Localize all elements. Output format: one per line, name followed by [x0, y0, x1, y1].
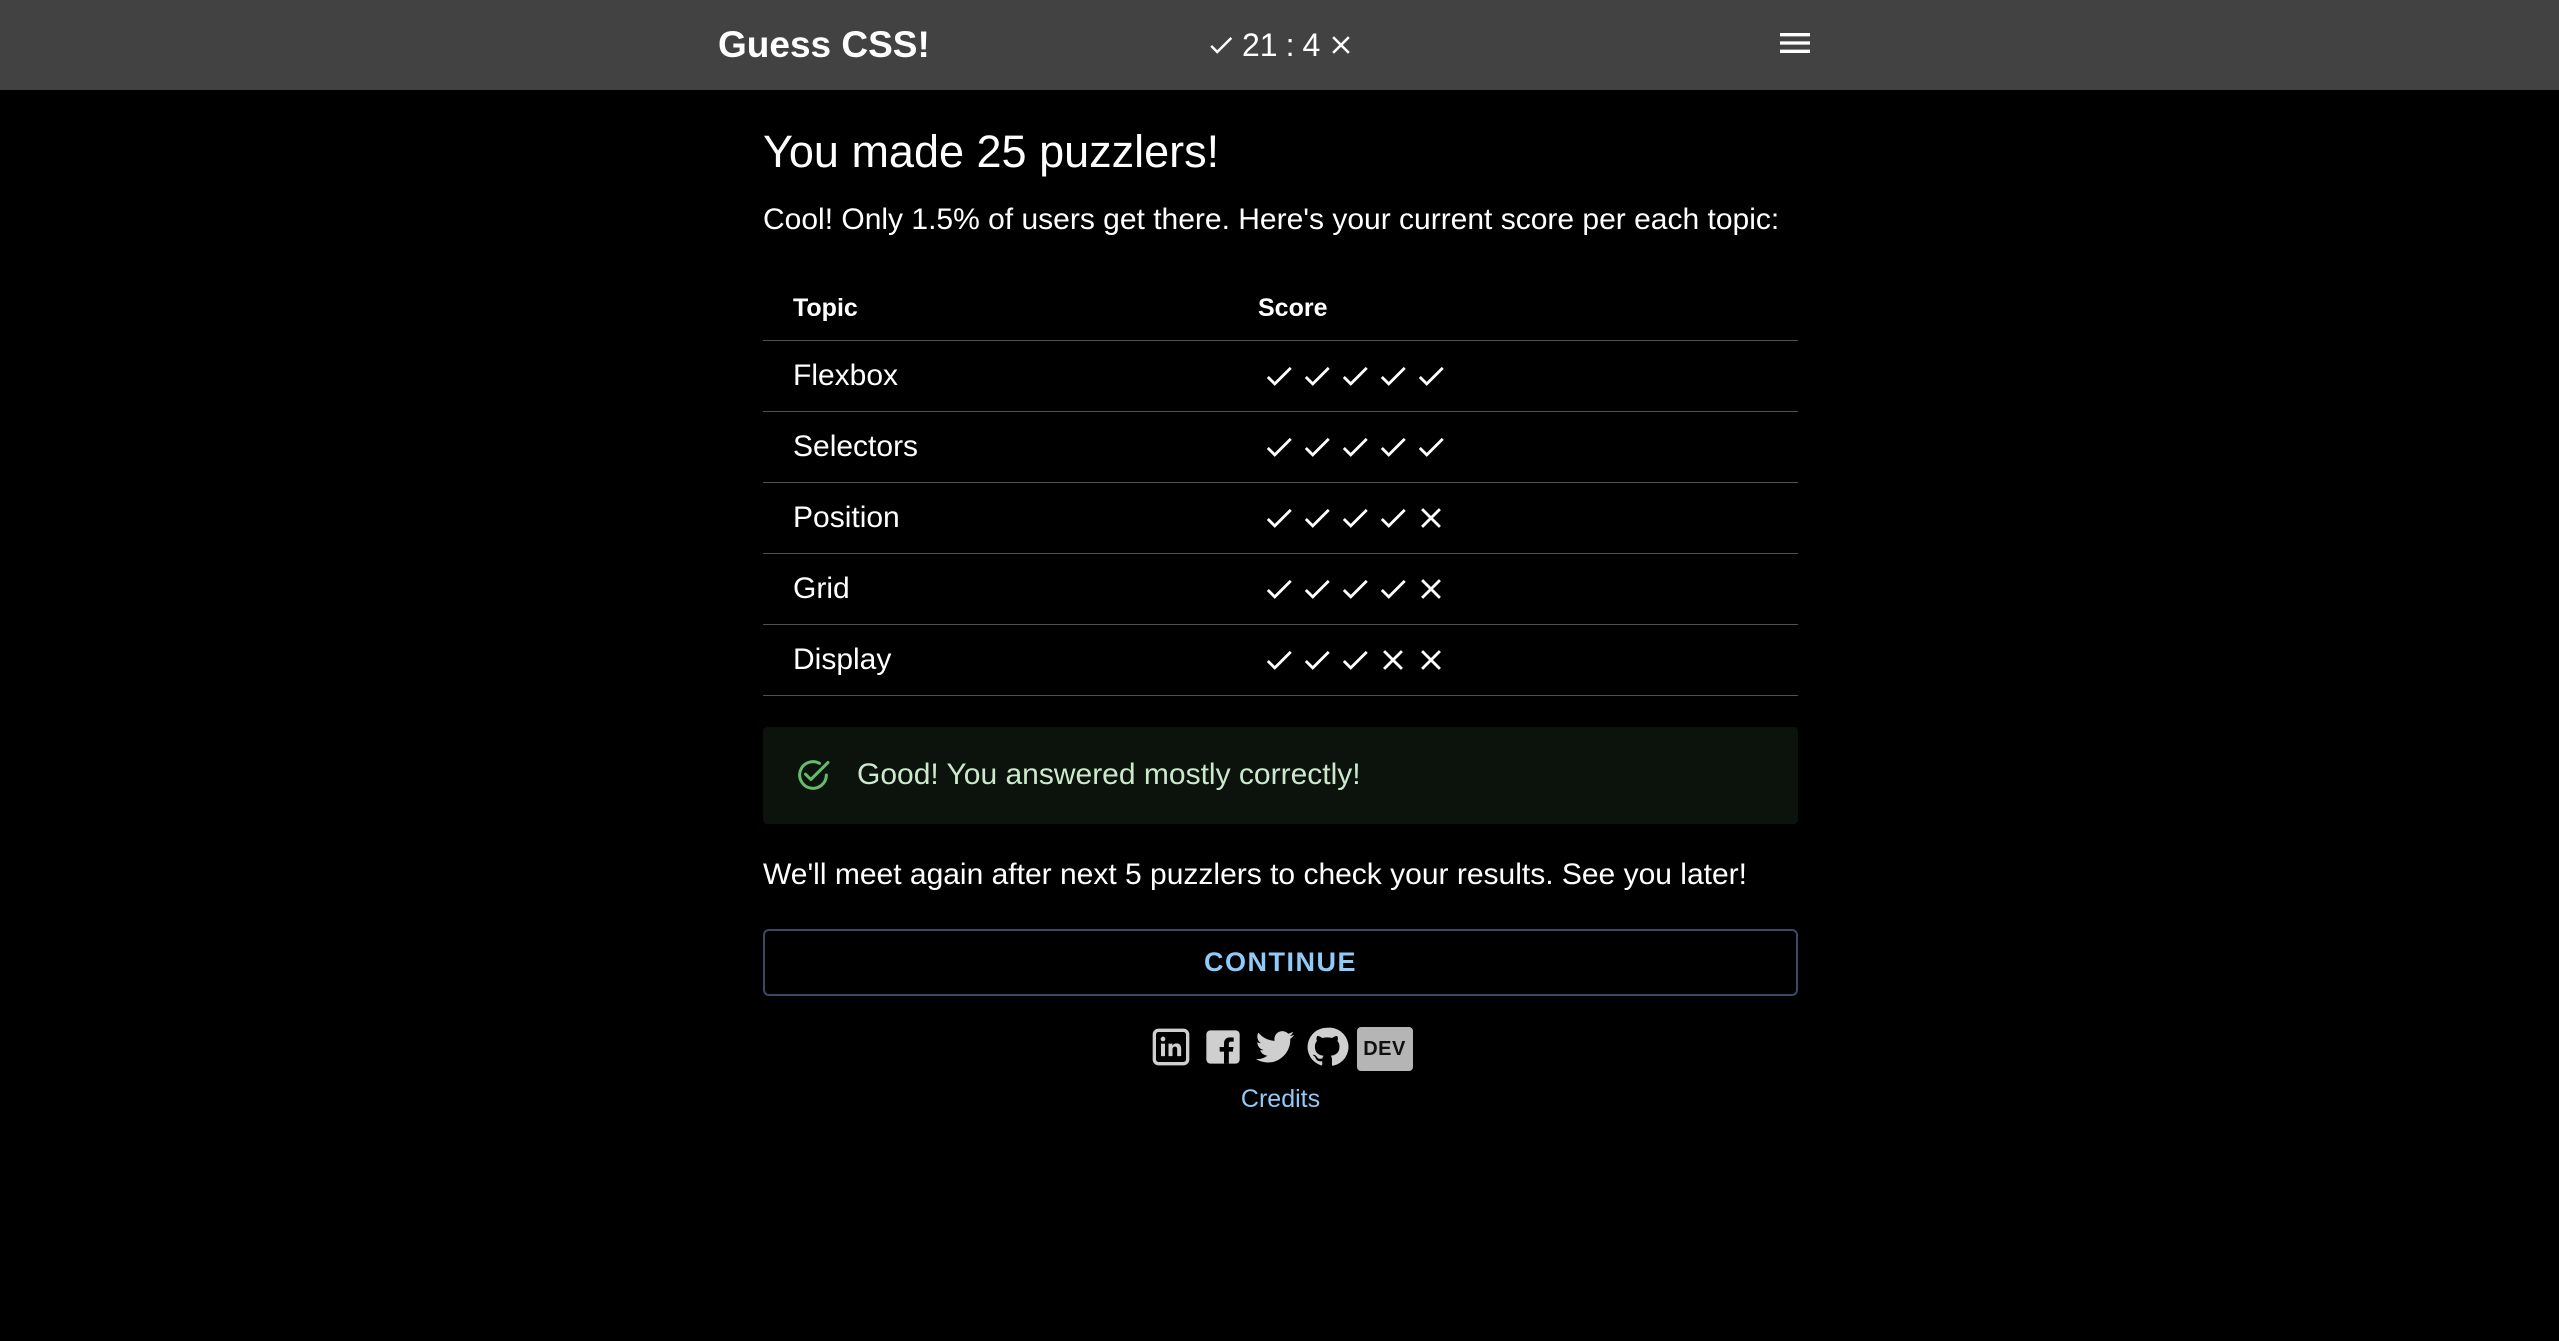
check-icon — [1300, 501, 1334, 535]
score-marks — [1262, 643, 1798, 677]
column-header-score: Score — [1228, 278, 1798, 341]
check-icon — [1338, 572, 1372, 606]
topic-cell: Grid — [763, 553, 1228, 625]
column-header-topic: Topic — [763, 278, 1228, 341]
check-icon — [1300, 572, 1334, 606]
close-icon — [1414, 501, 1448, 535]
score-marks — [1262, 572, 1798, 606]
score-marks — [1262, 359, 1798, 393]
success-alert: Good! You answered mostly correctly! — [763, 727, 1798, 824]
check-icon — [1262, 430, 1296, 464]
score-cell — [1228, 624, 1798, 696]
check-icon — [1376, 430, 1410, 464]
check-icon — [1338, 430, 1372, 464]
table-row: Grid — [763, 553, 1798, 625]
close-icon — [1376, 643, 1410, 677]
table-row: Flexbox — [763, 340, 1798, 412]
score-table: Topic Score Flexbox Selectors Position Grid… — [763, 278, 1798, 696]
table-row: Position — [763, 482, 1798, 554]
score-separator: : — [1285, 26, 1295, 63]
github-icon — [1305, 1025, 1349, 1074]
facebook-link[interactable] — [1200, 1026, 1246, 1072]
check-icon — [1376, 359, 1410, 393]
app-bar: Guess CSS! 21 : 4 — [0, 0, 2559, 90]
credits-link[interactable]: Credits — [763, 1082, 1798, 1116]
close-icon — [1414, 572, 1448, 606]
check-icon — [1376, 501, 1410, 535]
check-icon — [1206, 30, 1236, 60]
check-icon — [1300, 430, 1334, 464]
check-icon — [1262, 501, 1296, 535]
check-icon — [1300, 359, 1334, 393]
alert-message: Good! You answered mostly correctly! — [857, 758, 1361, 791]
check-icon — [1414, 430, 1448, 464]
app-bar-inner: Guess CSS! 21 : 4 — [718, 0, 1818, 90]
topic-cell: Display — [763, 624, 1228, 696]
wrong-count: 4 — [1302, 26, 1321, 63]
score-counter: 21 : 4 — [1200, 22, 1356, 68]
github-link[interactable] — [1304, 1026, 1350, 1072]
hamburger-menu-icon — [1775, 23, 1815, 68]
check-icon — [1338, 643, 1372, 677]
check-icon — [1376, 572, 1410, 606]
dev-link[interactable]: DEV — [1356, 1026, 1414, 1072]
social-links: DEV — [763, 1024, 1798, 1074]
score-cell — [1228, 340, 1798, 412]
check-icon — [1414, 359, 1448, 393]
check-icon — [1262, 359, 1296, 393]
check-icon — [1300, 643, 1334, 677]
score-cell — [1228, 411, 1798, 483]
score-cell — [1228, 482, 1798, 554]
facebook-icon — [1203, 1027, 1243, 1072]
result-title: You made 25 puzzlers! — [763, 126, 1220, 177]
result-subtitle: Cool! Only 1.5% of users get there. Here… — [763, 203, 1780, 236]
score-cell — [1228, 553, 1798, 625]
linkedin-link[interactable] — [1148, 1026, 1194, 1072]
close-icon — [1414, 643, 1448, 677]
close-icon — [1326, 30, 1356, 60]
topic-cell: Selectors — [763, 411, 1228, 483]
dev-icon: DEV — [1356, 1027, 1413, 1071]
followup-text: We'll meet again after next 5 puzzlers t… — [763, 858, 1747, 891]
topic-cell: Position — [763, 482, 1228, 554]
table-header-row: Topic Score — [763, 278, 1798, 341]
check-icon — [1262, 572, 1296, 606]
twitter-link[interactable] — [1252, 1026, 1298, 1072]
correct-count: 21 — [1242, 26, 1278, 63]
topic-cell: Flexbox — [763, 340, 1228, 412]
linkedin-icon — [1151, 1027, 1191, 1072]
table-row: Selectors — [763, 411, 1798, 483]
check-icon — [1338, 359, 1372, 393]
check-icon — [1262, 643, 1296, 677]
score-marks — [1262, 430, 1798, 464]
check-circle-icon — [793, 755, 833, 795]
app-title: Guess CSS! — [718, 24, 930, 65]
score-marks — [1262, 501, 1798, 535]
twitter-icon — [1254, 1026, 1296, 1073]
menu-button[interactable] — [1770, 20, 1820, 70]
table-row: Display — [763, 624, 1798, 696]
check-icon — [1338, 501, 1372, 535]
continue-button[interactable]: CONTINUE — [763, 929, 1798, 996]
